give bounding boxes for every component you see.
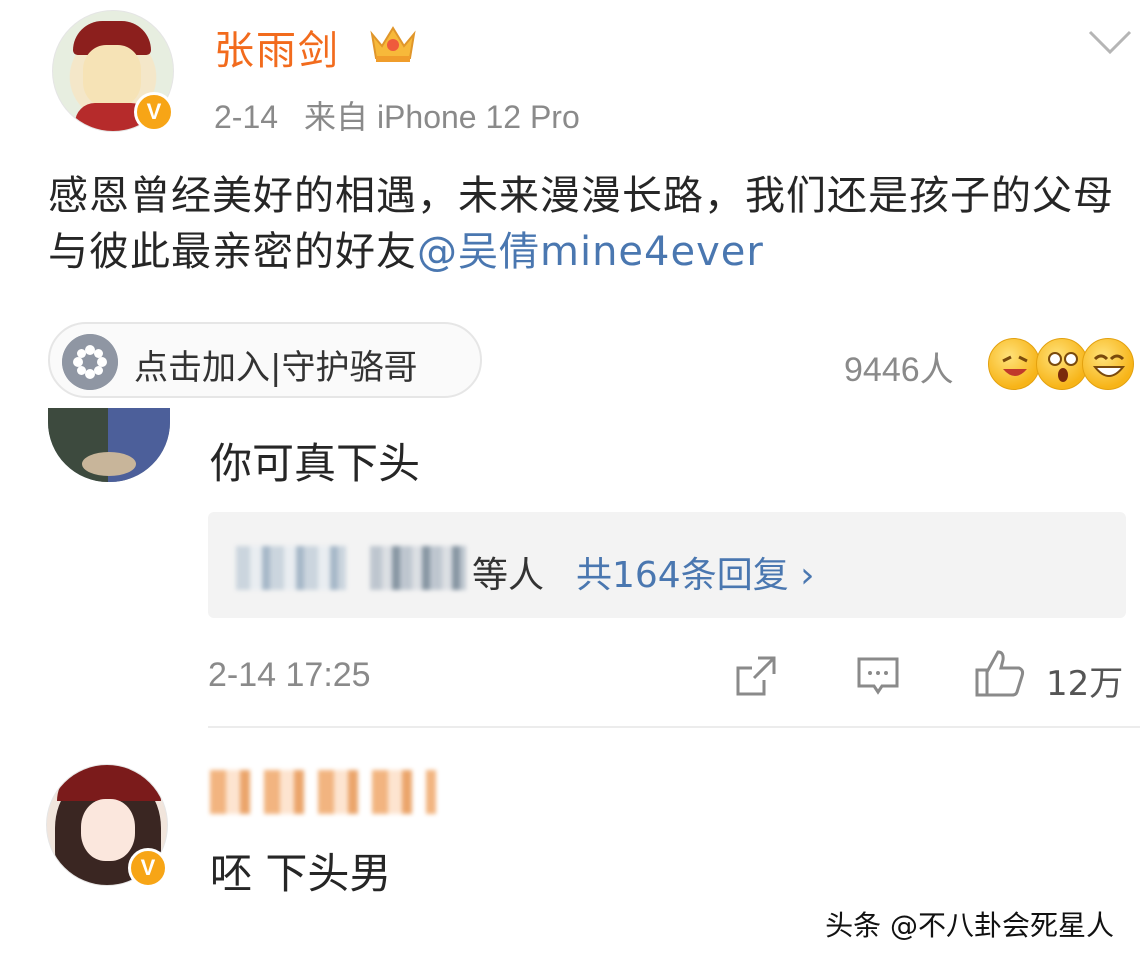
reply-suffix: 等人 [472,555,545,596]
reaction-count[interactable]: 9446人 [844,342,954,391]
laughing-face-icon [988,338,1040,390]
blurred-username [236,546,346,590]
post-date: 2-14 [214,99,279,135]
blurred-username [370,546,466,590]
post-meta: 2-14 来自 iPhone 12 Pro [214,92,580,138]
mention-link[interactable]: @吴倩mine4ever [417,229,764,275]
post-source: 来自 iPhone 12 Pro [304,99,580,135]
comment-time: 2-14 17:25 [208,656,371,694]
comment-icon[interactable] [856,656,900,696]
super-topic-label: 点击加入|守护骆哥 [134,348,418,388]
watermark: 头条 @不八卦会死星人 [825,909,1114,942]
flower-icon [62,334,118,390]
like-count: 12万 [1046,664,1124,704]
share-icon[interactable] [734,654,778,698]
author-name[interactable]: 张雨剑 [214,18,340,76]
crown-icon [370,26,416,62]
verified-badge-icon: V [134,92,174,132]
divider [208,726,1140,728]
shocked-face-icon [1036,338,1088,390]
post-body: 感恩曾经美好的相遇，未来漫漫长路，我们还是孩子的父母与彼此最亲密的好友@吴倩mi… [48,168,1118,280]
blurred-username [210,770,436,814]
chevron-down-icon[interactable] [1086,26,1134,56]
comment-text: 你可真下头 [210,439,421,488]
verified-badge-icon: V [128,848,168,888]
commenter-avatar[interactable] [48,408,170,482]
grinning-face-icon [1082,338,1134,390]
comment-text: 呸 下头男 [210,849,392,898]
thumbs-up-icon[interactable] [974,648,1026,698]
view-replies-link[interactable]: 共164条回复 › [576,546,815,598]
